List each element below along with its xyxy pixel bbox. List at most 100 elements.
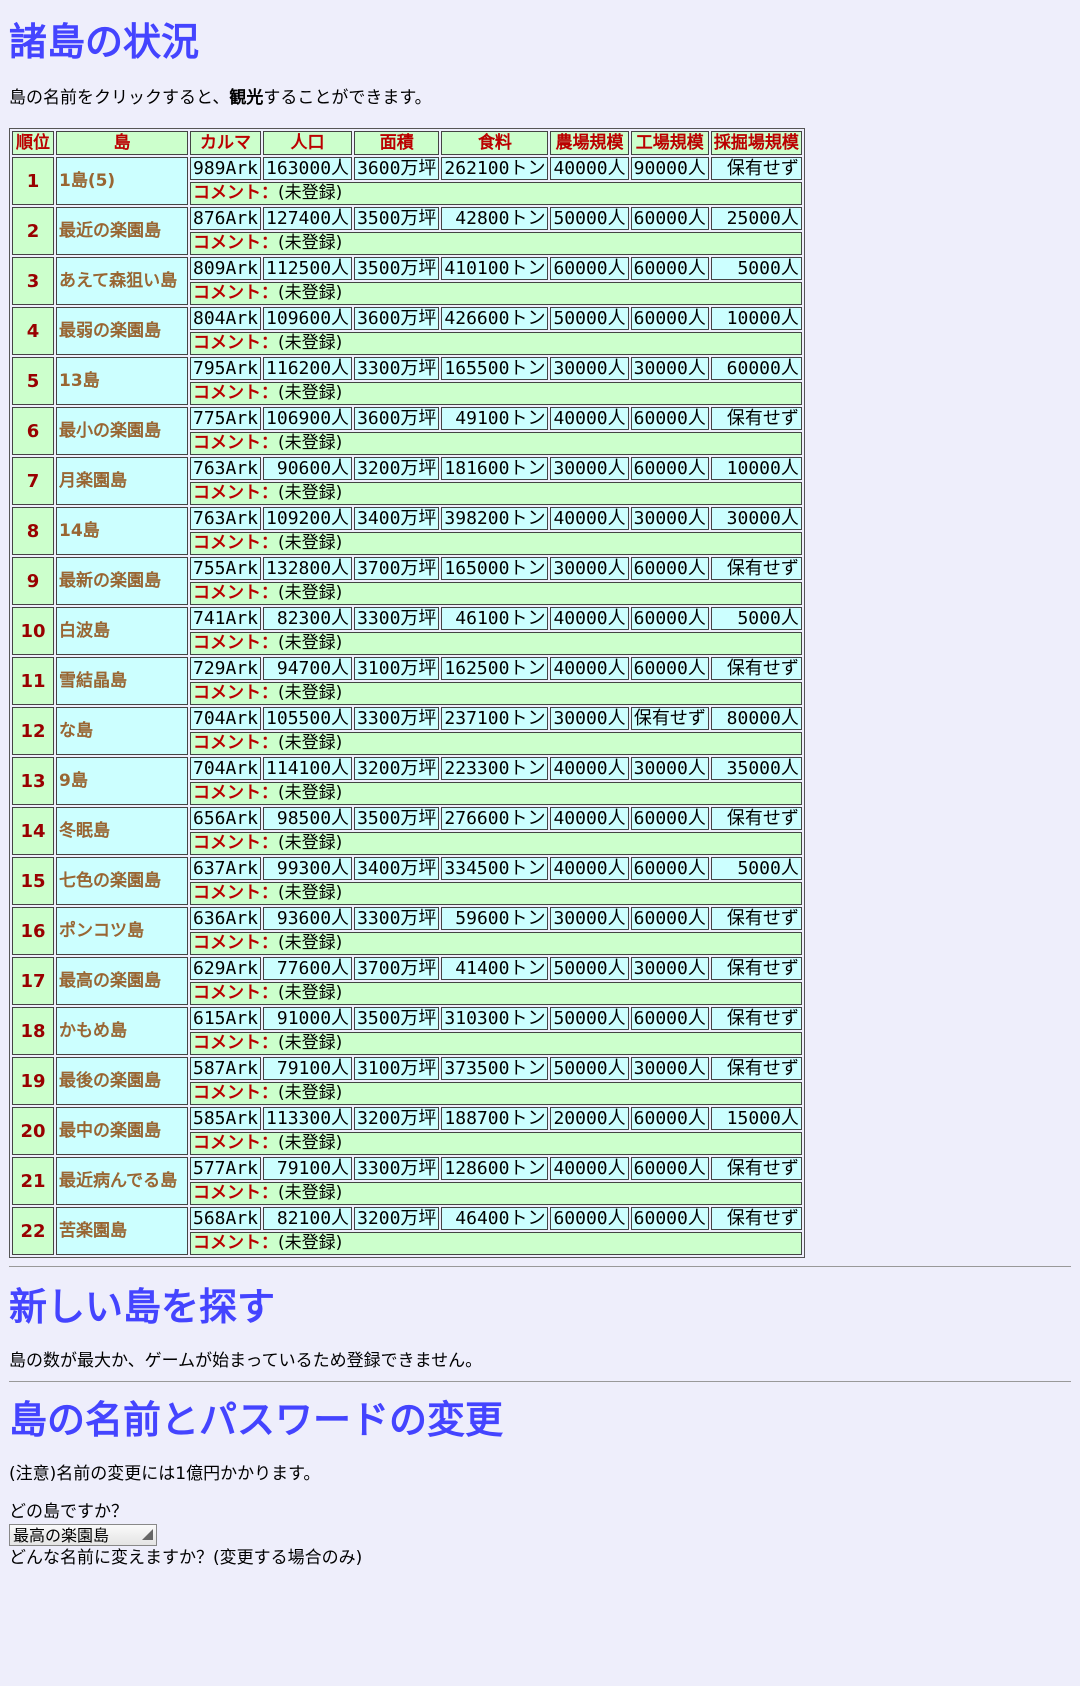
island-name-link[interactable]: 14島 — [56, 507, 188, 555]
food-cell: 276600トン — [441, 807, 549, 830]
factory-cell: 30000人 — [630, 1057, 709, 1080]
mine-cell: 35000人 — [710, 757, 802, 780]
island-name-link[interactable]: な島 — [56, 707, 188, 755]
factory-cell: 60000人 — [630, 557, 709, 580]
food-cell: 426600トン — [441, 307, 549, 330]
comment-cell: コメント：(未登録) — [190, 982, 802, 1005]
mine-cell: 保有せず — [710, 1207, 802, 1230]
island-name-link[interactable]: ポンコツ島 — [56, 907, 188, 955]
table-row: 21 最近病んでる島 577Ark 79100人 3300万坪 128600トン 40000… — [12, 1157, 802, 1205]
island-name-link[interactable]: 雪結晶島 — [56, 657, 188, 705]
comment-text: (未登録) — [278, 833, 343, 853]
table-row: 11 雪結晶島 729Ark 94700人 3100万坪 162500トン 40000人 60… — [12, 657, 802, 705]
comment-label: コメント： — [193, 883, 278, 903]
island-name-link[interactable]: 9島 — [56, 757, 188, 805]
table-row: 4 最弱の楽園島 804Ark 109600人 3600万坪 426600トン 50000人… — [12, 307, 802, 355]
island-name-link[interactable]: 13島 — [56, 357, 188, 405]
header-area: 面積 — [354, 131, 440, 155]
table-row: 5 13島 795Ark 116200人 3300万坪 165500トン 30000人 300… — [12, 357, 802, 405]
comment-text: (未登録) — [278, 1233, 343, 1253]
table-row: 20 最中の楽園島 585Ark 113300人 3200万坪 188700トン 20000… — [12, 1107, 802, 1155]
food-cell: 223300トン — [441, 757, 549, 780]
comment-cell: コメント：(未登録) — [190, 882, 802, 905]
food-cell: 373500トン — [441, 1057, 549, 1080]
rankings-title: 諸島の状況 — [9, 20, 200, 64]
island-name-link[interactable]: 最新の楽園島 — [56, 557, 188, 605]
farm-cell: 40000人 — [550, 757, 629, 780]
table-row: 14 冬眠島 656Ark 98500人 3500万坪 276600トン 40000人 600… — [12, 807, 802, 855]
factory-cell: 60000人 — [630, 1157, 709, 1180]
island-name-link[interactable]: 白波島 — [56, 607, 188, 655]
mine-cell: 80000人 — [710, 707, 802, 730]
rank-cell: 15 — [12, 857, 54, 905]
island-name-link[interactable]: 最高の楽園島 — [56, 957, 188, 1005]
island-name-link[interactable]: 最近の楽園島 — [56, 207, 188, 255]
food-cell: 46400トン — [441, 1207, 549, 1230]
rank-cell: 20 — [12, 1107, 54, 1155]
food-cell: 128600トン — [441, 1157, 549, 1180]
dropdown-arrow-icon — [142, 1529, 153, 1540]
mine-cell: 保有せず — [710, 807, 802, 830]
comment-cell: コメント：(未登録) — [190, 632, 802, 655]
island-name-link[interactable]: 最小の楽園島 — [56, 407, 188, 455]
rank-cell: 2 — [12, 207, 54, 255]
area-cell: 3200万坪 — [354, 1207, 440, 1230]
new-island-title: 新しい島を探す — [9, 1285, 276, 1329]
island-name-link[interactable]: 最弱の楽園島 — [56, 307, 188, 355]
karma-cell: 876Ark — [190, 207, 262, 230]
population-cell: 79100人 — [263, 1157, 353, 1180]
island-name-link[interactable]: 1島(5) — [56, 157, 188, 205]
island-name-link[interactable]: あえて森狙い島 — [56, 257, 188, 305]
rank-cell: 19 — [12, 1057, 54, 1105]
mine-cell: 60000人 — [710, 357, 802, 380]
island-name-link[interactable]: 七色の楽園島 — [56, 857, 188, 905]
header-mine: 採掘場規模 — [710, 131, 802, 155]
karma-cell: 629Ark — [190, 957, 262, 980]
which-island-label: どの島ですか？ — [9, 1502, 128, 1522]
comment-cell: コメント：(未登録) — [190, 432, 802, 455]
island-name-link[interactable]: 苦楽園島 — [56, 1207, 188, 1255]
population-cell: 163000人 — [263, 157, 353, 180]
comment-label: コメント： — [193, 533, 278, 553]
area-cell: 3200万坪 — [354, 757, 440, 780]
karma-cell: 763Ark — [190, 457, 262, 480]
island-name-link[interactable]: かもめ島 — [56, 1007, 188, 1055]
karma-cell: 763Ark — [190, 507, 262, 530]
factory-cell: 60000人 — [630, 857, 709, 880]
comment-cell: コメント：(未登録) — [190, 282, 802, 305]
island-name-link[interactable]: 最中の楽園島 — [56, 1107, 188, 1155]
factory-cell: 60000人 — [630, 407, 709, 430]
island-name-link[interactable]: 冬眠島 — [56, 807, 188, 855]
farm-cell: 40000人 — [550, 807, 629, 830]
area-cell: 3500万坪 — [354, 257, 440, 280]
island-select[interactable]: 最高の楽園島 — [9, 1524, 157, 1546]
comment-label: コメント： — [193, 733, 278, 753]
comment-text: (未登録) — [278, 633, 343, 653]
comment-text: (未登録) — [278, 933, 343, 953]
area-cell: 3300万坪 — [354, 607, 440, 630]
comment-cell: コメント：(未登録) — [190, 382, 802, 405]
area-cell: 3200万坪 — [354, 457, 440, 480]
island-name-link[interactable]: 最近病んでる島 — [56, 1157, 188, 1205]
rank-cell: 22 — [12, 1207, 54, 1255]
island-name-link[interactable]: 最後の楽園島 — [56, 1057, 188, 1105]
mine-cell: 10000人 — [710, 457, 802, 480]
rank-cell: 5 — [12, 357, 54, 405]
karma-cell: 741Ark — [190, 607, 262, 630]
island-name-link[interactable]: 月楽園島 — [56, 457, 188, 505]
comment-label: コメント： — [193, 183, 278, 203]
factory-cell: 60000人 — [630, 1107, 709, 1130]
comment-cell: コメント：(未登録) — [190, 582, 802, 605]
population-cell: 98500人 — [263, 807, 353, 830]
area-cell: 3100万坪 — [354, 657, 440, 680]
factory-cell: 60000人 — [630, 307, 709, 330]
comment-text: (未登録) — [278, 483, 343, 503]
table-row: 12 な島 704Ark 105500人 3300万坪 237100トン 30000人 保有せ… — [12, 707, 802, 755]
population-cell: 82300人 — [263, 607, 353, 630]
mine-cell: 5000人 — [710, 857, 802, 880]
farm-cell: 40000人 — [550, 657, 629, 680]
factory-cell: 60000人 — [630, 207, 709, 230]
table-row: 15 七色の楽園島 637Ark 99300人 3400万坪 334500トン 40000人… — [12, 857, 802, 905]
farm-cell: 30000人 — [550, 907, 629, 930]
farm-cell: 30000人 — [550, 707, 629, 730]
